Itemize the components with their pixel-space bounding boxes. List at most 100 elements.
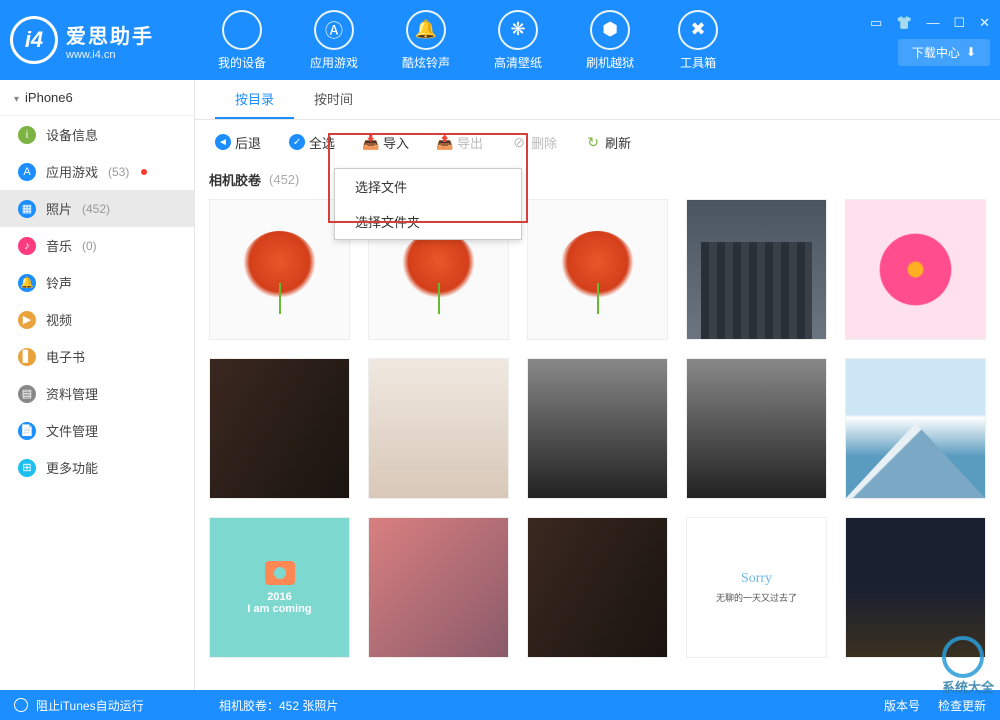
logo: i4 爱思助手 www.i4.cn: [10, 16, 190, 64]
topnav-icon: [222, 10, 262, 50]
album-header: 相机胶卷 (452): [195, 164, 1000, 199]
sidebar-label: 音乐: [46, 236, 72, 255]
import-folder-option[interactable]: 选择文件夹: [335, 204, 521, 239]
app-subtitle: www.i4.cn: [66, 49, 154, 61]
topnav-label: 应用游戏: [310, 54, 358, 71]
sidebar-icon: ▋: [18, 348, 36, 366]
sidebar-label: 文件管理: [46, 421, 98, 440]
statusbar: 阻止iTunes自动运行 相机胶卷：452 张照片 版本号 检查更新: [0, 690, 1000, 720]
minimize-button[interactable]: —: [926, 15, 939, 31]
sidebar-icon: ▤: [18, 385, 36, 403]
sidebar-label: 视频: [46, 310, 72, 329]
logo-badge: i4: [10, 16, 58, 64]
sidebar-item-4[interactable]: 🔔铃声: [0, 264, 194, 301]
import-icon: 📥: [363, 134, 379, 150]
close-button[interactable]: ✕: [979, 15, 990, 31]
photo-thumb[interactable]: [368, 358, 509, 499]
photo-thumb[interactable]: [845, 517, 986, 658]
status-main: 相机胶卷：452 张照片: [219, 697, 338, 714]
download-center-button[interactable]: 下载中心⬇: [898, 39, 990, 66]
import-button[interactable]: 📥导入: [357, 129, 415, 156]
export-button[interactable]: 📤导出: [431, 129, 489, 156]
photo-thumb[interactable]: [527, 517, 668, 658]
topnav-item-3[interactable]: ❋高清壁纸: [486, 6, 550, 75]
skin-icon[interactable]: 👕: [896, 15, 912, 31]
toolbar: ◄后退 ✓全选 📥导入 📤导出 ⊘删除 ↻刷新: [195, 120, 1000, 164]
sidebar-item-7[interactable]: ▤ 资料管理: [0, 375, 194, 412]
sidebar-item-3[interactable]: ♪ 音乐 (0): [0, 227, 194, 264]
export-icon: 📤: [437, 134, 453, 150]
topnav-icon: ⬢: [590, 10, 630, 50]
sidebar-label: 照片: [46, 199, 72, 218]
topnav-label: 酷炫铃声: [402, 54, 450, 71]
titlebar: i4 爱思助手 www.i4.cn 我的设备 Ⓐ 应用游戏 🔔 酷炫铃声 ❋高清壁纸 ⬢ 刷机…: [0, 0, 1000, 80]
sidebar-label: 资料管理: [46, 384, 98, 403]
topnav-item-5[interactable]: ✖工具箱: [670, 6, 726, 75]
tab-1[interactable]: 按时间: [294, 80, 373, 119]
import-dropdown: 选择文件 选择文件夹: [334, 168, 522, 240]
delete-icon: ⊘: [511, 134, 527, 150]
sidebar-icon: ▶: [18, 311, 36, 329]
topnav-icon: 🔔: [406, 10, 446, 50]
sidebar-item-0[interactable]: i 设备信息: [0, 116, 194, 153]
photo-thumb[interactable]: 2016I am coming: [209, 517, 350, 658]
topnav-item-1[interactable]: Ⓐ 应用游戏: [302, 6, 366, 75]
topnav-label: 工具箱: [680, 54, 716, 71]
photo-grid: 2016I am coming 无聊的一天又过去了: [209, 199, 986, 658]
sidebar-item-1[interactable]: A应用游戏 (53): [0, 153, 194, 190]
topnav-item-2[interactable]: 🔔 酷炫铃声: [394, 6, 458, 75]
refresh-icon: ↻: [585, 134, 601, 150]
topnav-icon: Ⓐ: [314, 10, 354, 50]
sidebar-count: (0): [82, 239, 97, 253]
sidebar-icon: ⊞: [18, 459, 36, 477]
photo-grid-scroll[interactable]: 2016I am coming 无聊的一天又过去了: [195, 199, 1000, 690]
topnav-item-0[interactable]: 我的设备: [210, 6, 274, 75]
device-selector[interactable]: iPhone6: [0, 80, 194, 116]
sidebar-icon: ♪: [18, 237, 36, 255]
sidebar-label: 设备信息: [46, 125, 98, 144]
photo-thumb[interactable]: [686, 358, 827, 499]
topnav-item-4[interactable]: ⬢ 刷机越狱: [578, 6, 642, 75]
sidebar-item-6[interactable]: ▋电子书: [0, 338, 194, 375]
photo-thumb[interactable]: [845, 199, 986, 340]
main-panel: 按目录按时间 ◄后退 ✓全选 📥导入 📤导出 ⊘删除 ↻刷新 相机胶卷 (452…: [195, 80, 1000, 690]
status-indicator-icon: [14, 698, 28, 712]
photo-thumb[interactable]: [527, 199, 668, 340]
photo-thumb[interactable]: [209, 358, 350, 499]
sidebar-item-5[interactable]: ▶ 视频: [0, 301, 194, 338]
view-tabs: 按目录按时间: [195, 80, 1000, 120]
sidebar-icon: i: [18, 126, 36, 144]
itunes-block-label[interactable]: 阻止iTunes自动运行: [36, 697, 144, 714]
top-nav: 我的设备 Ⓐ 应用游戏 🔔 酷炫铃声 ❋高清壁纸 ⬢ 刷机越狱 ✖工具箱: [210, 6, 870, 75]
photo-thumb[interactable]: [368, 517, 509, 658]
sidebar-item-2[interactable]: ▦照片 (452): [0, 190, 194, 227]
back-button[interactable]: ◄后退: [209, 129, 267, 156]
maximize-button[interactable]: ☐: [953, 15, 965, 31]
app-title: 爱思助手: [66, 20, 154, 49]
sidebar-icon: 🔔: [18, 274, 36, 292]
sidebar-label: 更多功能: [46, 458, 98, 477]
sidebar-label: 应用游戏: [46, 162, 98, 181]
feedback-icon[interactable]: ▭: [870, 15, 882, 31]
refresh-button[interactable]: ↻刷新: [579, 129, 637, 156]
sidebar: iPhone6 i 设备信息 A应用游戏 (53)▦照片 (452) ♪ 音乐 (0)…: [0, 80, 195, 690]
album-count: (452): [269, 172, 299, 187]
sidebar-item-9[interactable]: ⊞ 更多功能: [0, 449, 194, 486]
version-label[interactable]: 版本号: [884, 697, 920, 714]
topnav-label: 刷机越狱: [586, 54, 634, 71]
photo-thumb[interactable]: [209, 199, 350, 340]
tab-0[interactable]: 按目录: [215, 80, 294, 119]
check-update-button[interactable]: 检查更新: [938, 697, 986, 714]
select-all-button[interactable]: ✓全选: [283, 129, 341, 156]
window-controls: ▭ 👕 — ☐ ✕: [870, 15, 990, 31]
delete-button[interactable]: ⊘删除: [505, 129, 563, 156]
photo-thumb[interactable]: 无聊的一天又过去了: [686, 517, 827, 658]
photo-thumb[interactable]: [527, 358, 668, 499]
import-file-option[interactable]: 选择文件: [335, 169, 521, 204]
album-name: 相机胶卷: [209, 170, 261, 189]
photo-thumb[interactable]: [845, 358, 986, 499]
sidebar-icon: 📄: [18, 422, 36, 440]
sidebar-item-8[interactable]: 📄 文件管理: [0, 412, 194, 449]
camera-icon: [265, 561, 295, 585]
photo-thumb[interactable]: [686, 199, 827, 340]
